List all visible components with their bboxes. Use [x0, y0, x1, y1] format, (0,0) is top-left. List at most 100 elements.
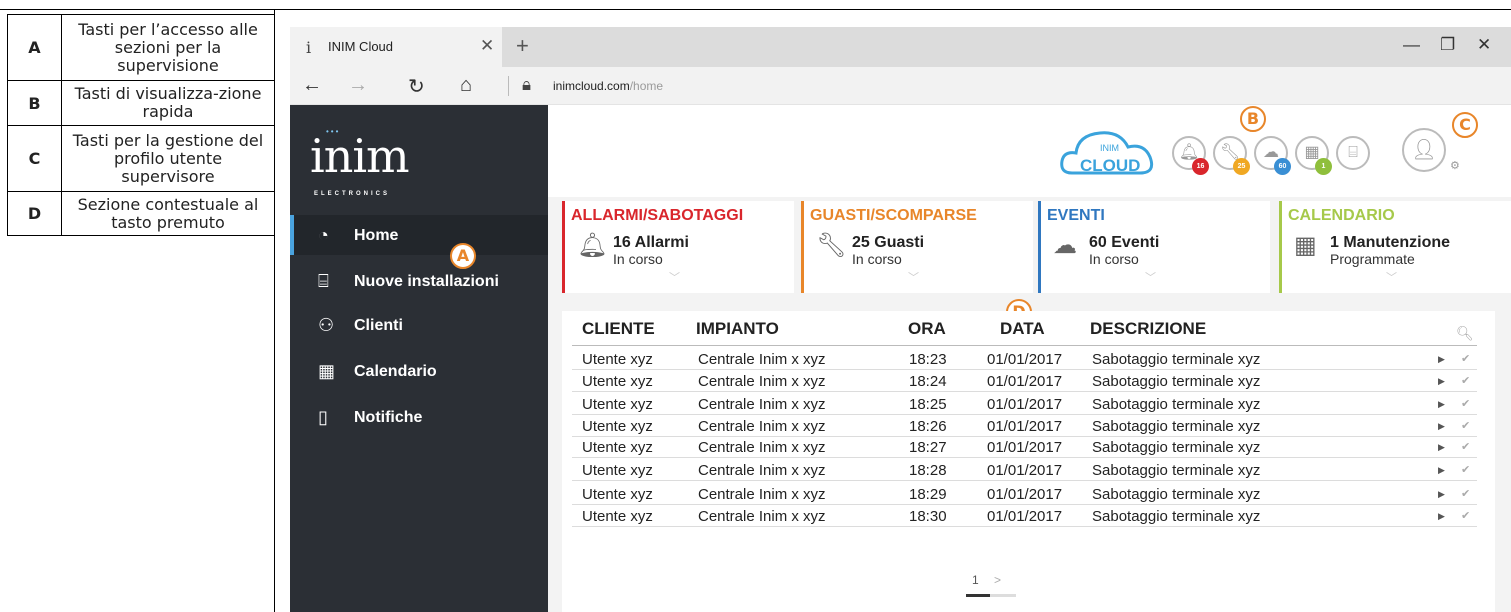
- back-icon[interactable]: ←: [302, 74, 322, 97]
- quick-installations-button[interactable]: ⌸: [1336, 136, 1370, 170]
- check-icon[interactable]: ✔: [1461, 374, 1470, 387]
- inim-cloud-logo: INIM CLOUD: [1060, 131, 1154, 175]
- page-number[interactable]: 1: [972, 573, 979, 587]
- cell-impianto: Centrale Inim x xyz: [698, 373, 826, 390]
- sidebar-item-label: Notifiche: [354, 409, 423, 426]
- logo-subtitle: ELECTRONICS: [314, 191, 391, 197]
- chevron-down-icon[interactable]: ﹀: [1386, 269, 1397, 285]
- play-icon[interactable]: ▶: [1438, 376, 1445, 387]
- gear-icon[interactable]: ⚙: [1450, 159, 1460, 172]
- chevron-down-icon[interactable]: ﹀: [908, 269, 919, 285]
- close-tab-icon[interactable]: ✕: [480, 36, 494, 56]
- legend-key: A: [7, 14, 62, 81]
- table-row[interactable]: Utente xyz Centrale Inim x xyz 18:28 01/…: [572, 459, 1477, 481]
- restore-icon[interactable]: ❐: [1440, 35, 1455, 55]
- sidebar-item-notifiche[interactable]: ▯ Notifiche: [290, 397, 548, 437]
- cell-descrizione: Sabotaggio terminale xyz: [1092, 396, 1261, 413]
- column-header: DESCRIZIONE: [1090, 319, 1207, 338]
- card-subtitle: In corso: [613, 251, 663, 267]
- quick-faults-button[interactable]: 🔧︎ 25: [1213, 136, 1250, 175]
- card-title: EVENTI: [1047, 207, 1105, 224]
- check-icon[interactable]: ✔: [1461, 352, 1470, 365]
- legend-key: C: [7, 125, 62, 192]
- cell-cliente: Utente xyz: [582, 508, 653, 525]
- sidebar-item-nuove-installazioni[interactable]: ⌸ Nuove installazioni: [290, 261, 548, 301]
- card-eventi[interactable]: EVENTI ☁ 60 Eventi In corso ﹀: [1038, 201, 1270, 293]
- check-icon[interactable]: ✔: [1461, 419, 1470, 432]
- table-row[interactable]: Utente xyz Centrale Inim x xyz 18:23 01/…: [572, 348, 1477, 370]
- card-allarmi[interactable]: ALLARMI/SABOTAGGI 🔔︎ 16 Allarmi In corso…: [562, 201, 794, 293]
- chevron-down-icon[interactable]: ﹀: [669, 269, 680, 285]
- cell-ora: 18:24: [909, 373, 947, 390]
- minimize-icon[interactable]: —: [1403, 35, 1420, 55]
- wrench-icon: 🔧︎: [816, 232, 847, 259]
- play-icon[interactable]: ▶: [1438, 442, 1445, 453]
- card-value: 1 Manutenzione: [1330, 234, 1451, 251]
- pagination: 1 >: [972, 573, 1001, 587]
- lock-icon: 🔒︎: [522, 75, 532, 94]
- table-row[interactable]: Utente xyz Centrale Inim x xyz 18:27 01/…: [572, 436, 1477, 458]
- column-header: IMPIANTO: [696, 319, 779, 338]
- play-icon[interactable]: ▶: [1438, 489, 1445, 500]
- play-icon[interactable]: ▶: [1438, 399, 1445, 410]
- column-header: DATA: [1000, 319, 1045, 338]
- cell-ora: 18:25: [909, 396, 947, 413]
- check-icon[interactable]: ✔: [1461, 440, 1470, 453]
- events-table: CLIENTE IMPIANTO ORA DATA DESCRIZIONE 🔍︎…: [562, 311, 1495, 612]
- chevron-down-icon[interactable]: ﹀: [1145, 269, 1156, 285]
- cell-ora: 18:28: [909, 462, 947, 479]
- cell-descrizione: Sabotaggio terminale xyz: [1092, 439, 1261, 456]
- sidebar-item-calendario[interactable]: ▦ Calendario: [290, 351, 548, 391]
- sidebar-item-label: Home: [354, 227, 399, 244]
- refresh-icon[interactable]: ↻: [408, 74, 425, 99]
- check-icon[interactable]: ✔: [1461, 397, 1470, 410]
- device-icon: ⌸: [1348, 144, 1358, 161]
- cell-impianto: Centrale Inim x xyz: [698, 439, 826, 456]
- legend-key: B: [7, 80, 62, 126]
- header-divider: [572, 345, 1477, 346]
- sidebar: ••• inim ELECTRONICS ◔ Home ⌸ Nuove inst…: [290, 105, 548, 612]
- cell-cliente: Utente xyz: [582, 351, 653, 368]
- table-row[interactable]: Utente xyz Centrale Inim x xyz 18:24 01/…: [572, 370, 1477, 392]
- cell-ora: 18:30: [909, 508, 947, 525]
- play-icon[interactable]: ▶: [1438, 354, 1445, 365]
- marker-a: A: [450, 243, 476, 269]
- check-icon[interactable]: ✔: [1461, 509, 1470, 522]
- card-value: 16 Allarmi: [613, 234, 689, 251]
- top-rule: [0, 9, 1511, 10]
- next-page-icon[interactable]: >: [994, 573, 1001, 587]
- cell-descrizione: Sabotaggio terminale xyz: [1092, 418, 1261, 435]
- new-tab-icon[interactable]: +: [516, 33, 529, 59]
- table-row[interactable]: Utente xyz Centrale Inim x xyz 18:25 01/…: [572, 393, 1477, 415]
- search-icon[interactable]: 🔍︎: [1456, 325, 1474, 342]
- home-icon[interactable]: ⌂: [460, 74, 472, 97]
- quick-events-button[interactable]: ☁ 60: [1254, 136, 1291, 175]
- cell-data: 01/01/2017: [987, 418, 1063, 435]
- table-row[interactable]: Utente xyz Centrale Inim x xyz 18:29 01/…: [572, 483, 1477, 505]
- card-calendario[interactable]: CALENDARIO ▦ 1 Manutenzione Programmate …: [1279, 201, 1511, 293]
- quick-alarms-button[interactable]: 🔔︎ 16: [1172, 136, 1209, 175]
- close-window-icon[interactable]: ✕: [1477, 35, 1491, 55]
- play-icon[interactable]: ▶: [1438, 421, 1445, 432]
- play-icon[interactable]: ▶: [1438, 511, 1445, 522]
- cloud-icon: ☁: [1053, 232, 1077, 259]
- column-header: ORA: [908, 319, 946, 338]
- sidebar-item-home[interactable]: ◔ Home: [290, 215, 548, 255]
- legend-desc: Sezione contestuale al tasto premuto: [61, 191, 275, 236]
- forward-icon[interactable]: →: [348, 74, 368, 97]
- url-field[interactable]: inimcloud.com/home: [553, 79, 663, 93]
- legend-table: A Tasti per l’accesso alle sezioni per la…: [7, 14, 275, 236]
- check-icon[interactable]: ✔: [1461, 463, 1470, 476]
- quick-calendar-button[interactable]: ▦ 1: [1295, 136, 1332, 175]
- browser-tab[interactable]: i INIM Cloud ✕: [290, 27, 502, 67]
- pager-indicator-active: [966, 594, 990, 597]
- profile-button[interactable]: 👤︎: [1402, 128, 1446, 172]
- cell-descrizione: Sabotaggio terminale xyz: [1092, 462, 1261, 479]
- play-icon[interactable]: ▶: [1438, 465, 1445, 476]
- sidebar-item-clienti[interactable]: ⚇ Clienti: [290, 305, 548, 345]
- table-row[interactable]: Utente xyz Centrale Inim x xyz 18:26 01/…: [572, 415, 1477, 437]
- card-guasti[interactable]: GUASTI/SCOMPARSE 🔧︎ 25 Guasti In corso ﹀: [801, 201, 1033, 293]
- table-row[interactable]: Utente xyz Centrale Inim x xyz 18:30 01/…: [572, 505, 1477, 527]
- check-icon[interactable]: ✔: [1461, 487, 1470, 500]
- cell-data: 01/01/2017: [987, 373, 1063, 390]
